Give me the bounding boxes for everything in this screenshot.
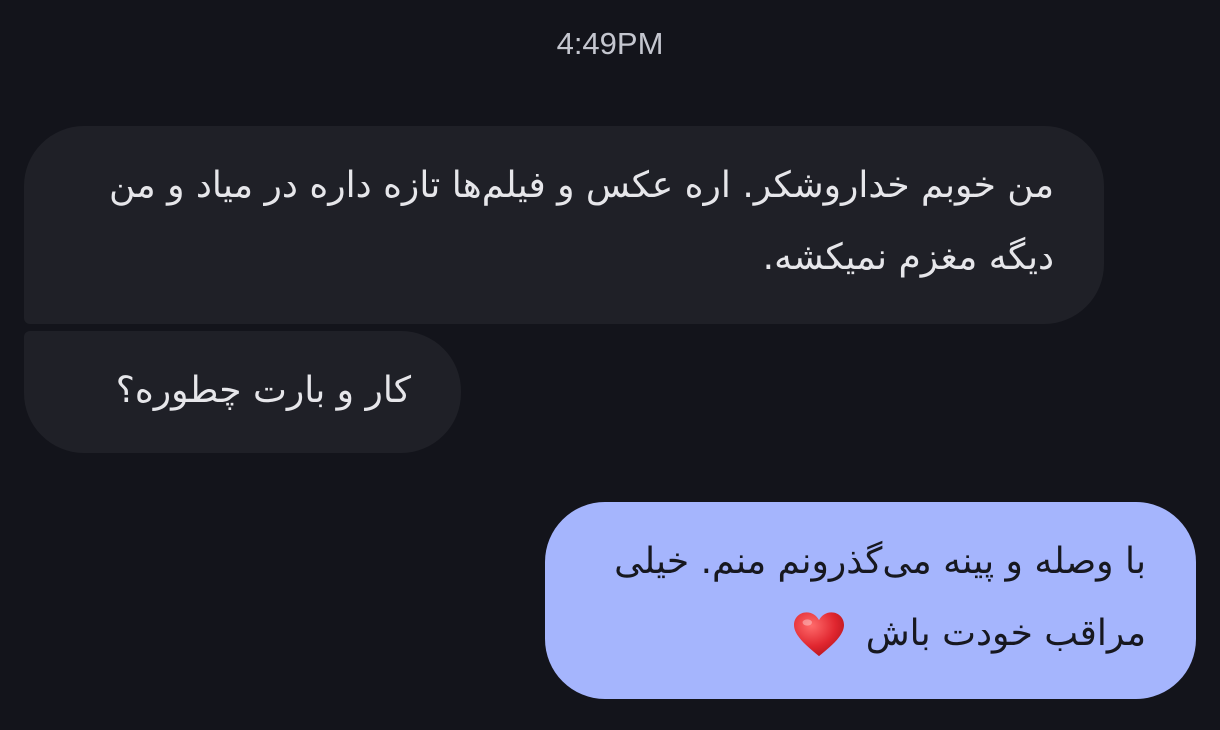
message-text: با وصله و پینه می‌گذرونم منم. خیلی مراقب… bbox=[614, 541, 1146, 654]
incoming-message-bubble[interactable]: من خوبم خداروشکر. اره عکس و فیلم‌ها تازه… bbox=[24, 126, 1104, 324]
message-text: کار و بارت چطوره؟ bbox=[115, 370, 411, 411]
message-text: من خوبم خداروشکر. اره عکس و فیلم‌ها تازه… bbox=[108, 165, 1054, 278]
outgoing-message-bubble[interactable]: با وصله و پینه می‌گذرونم منم. خیلی مراقب… bbox=[545, 502, 1196, 699]
incoming-message-bubble[interactable]: کار و بارت چطوره؟ bbox=[24, 331, 461, 453]
message-timestamp: 4:49PM bbox=[556, 26, 664, 61]
heart-emoji-icon bbox=[794, 612, 845, 657]
